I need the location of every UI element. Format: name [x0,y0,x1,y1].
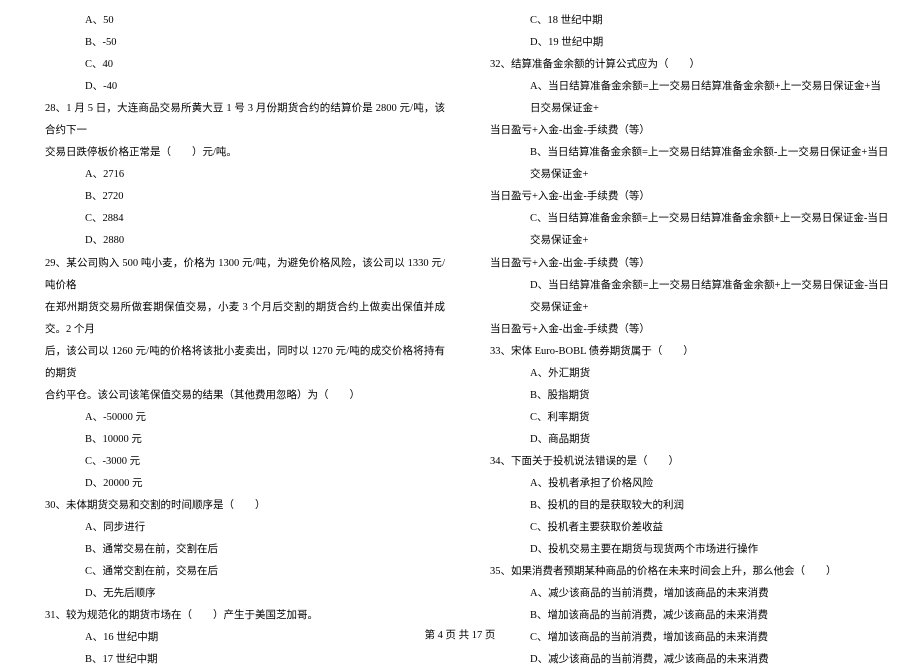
q30-option-a: A、同步进行 [30,517,445,539]
q35-option-a: A、减少该商品的当前消费，增加该商品的未来消费 [475,583,890,605]
q27-option-c: C、40 [30,54,445,76]
q34-line1: 34、下面关于投机说法错误的是（ ） [475,451,890,473]
q28-option-a: A、2716 [30,164,445,186]
q34-option-b: B、投机的目的是获取较大的利润 [475,495,890,517]
q29-line3: 后，该公司以 1260 元/吨的价格将该批小麦卖出，同时以 1270 元/吨的成… [30,341,445,385]
q27-option-d: D、-40 [30,76,445,98]
q30-line1: 30、未体期货交易和交割的时间顺序是（ ） [30,495,445,517]
q31-line1: 31、较为规范化的期货市场在（ ）产生于美国芝加哥。 [30,605,445,627]
q28-line2: 交易日跌停板价格正常是（ ）元/吨。 [30,142,445,164]
q35-option-b: B、增加该商品的当前消费，减少该商品的未来消费 [475,605,890,627]
q28-option-b: B、2720 [30,186,445,208]
left-column: A、50 B、-50 C、40 D、-40 28、1 月 5 日，大连商品交易所… [30,10,460,671]
q29-option-b: B、10000 元 [30,429,445,451]
q32-option-a1: A、当日结算准备金余额=上一交易日结算准备金余额+上一交易日保证金+当日交易保证… [475,76,890,120]
q30-option-d: D、无先后顺序 [30,583,445,605]
q34-option-d: D、投机交易主要在期货与现货两个市场进行操作 [475,539,890,561]
q33-option-d: D、商品期货 [475,429,890,451]
q32-option-c1: C、当日结算准备金余额=上一交易日结算准备金余额+上一交易日保证金-当日交易保证… [475,208,890,252]
q28-line1: 28、1 月 5 日，大连商品交易所黄大豆 1 号 3 月份期货合约的结算价是 … [30,98,445,142]
q29-option-c: C、-3000 元 [30,451,445,473]
q30-option-b: B、通常交易在前，交割在后 [30,539,445,561]
q32-line1: 32、结算准备金余额的计算公式应为（ ） [475,54,890,76]
q28-option-d: D、2880 [30,230,445,252]
q33-line1: 33、宋体 Euro-BOBL 债券期货属于（ ） [475,341,890,363]
right-column: C、18 世纪中期 D、19 世纪中期 32、结算准备金余额的计算公式应为（ ）… [460,10,890,671]
q34-option-a: A、投机者承担了价格风险 [475,473,890,495]
q34-option-c: C、投机者主要获取价差收益 [475,517,890,539]
q29-option-a: A、-50000 元 [30,407,445,429]
q27-option-a: A、50 [30,10,445,32]
q32-option-c2: 当日盈亏+入金-出金-手续费（等） [475,253,890,275]
q33-option-c: C、利率期货 [475,407,890,429]
q31-option-d: D、19 世纪中期 [475,32,890,54]
q29-line2: 在郑州期货交易所做套期保值交易，小麦 3 个月后交割的期货合约上做卖出保值并成交… [30,297,445,341]
q29-line4: 合约平仓。该公司该笔保值交易的结果（其他费用忽略）为（ ） [30,385,445,407]
q35-option-d: D、减少该商品的当前消费，减少该商品的未来消费 [475,649,890,671]
q31-option-c: C、18 世纪中期 [475,10,890,32]
page-footer: 第 4 页 共 17 页 [0,627,920,642]
q30-option-c: C、通常交割在前，交易在后 [30,561,445,583]
q27-option-b: B、-50 [30,32,445,54]
q31-option-b: B、17 世纪中期 [30,649,445,671]
q32-option-d1: D、当日结算准备金余额=上一交易日结算准备金余额+上一交易日保证金-当日交易保证… [475,275,890,319]
q32-option-a2: 当日盈亏+入金-出金-手续费（等） [475,120,890,142]
page-content: A、50 B、-50 C、40 D、-40 28、1 月 5 日，大连商品交易所… [0,0,920,671]
q35-line1: 35、如果消费者预期某种商品的价格在未来时间会上升，那么他会（ ） [475,561,890,583]
q32-option-d2: 当日盈亏+入金-出金-手续费（等） [475,319,890,341]
q29-option-d: D、20000 元 [30,473,445,495]
q33-option-a: A、外汇期货 [475,363,890,385]
q28-option-c: C、2884 [30,208,445,230]
q29-line1: 29、某公司购入 500 吨小麦，价格为 1300 元/吨，为避免价格风险，该公… [30,253,445,297]
q32-option-b2: 当日盈亏+入金-出金-手续费（等） [475,186,890,208]
q33-option-b: B、股指期货 [475,385,890,407]
q32-option-b1: B、当日结算准备金余额=上一交易日结算准备金余额-上一交易日保证金+当日交易保证… [475,142,890,186]
